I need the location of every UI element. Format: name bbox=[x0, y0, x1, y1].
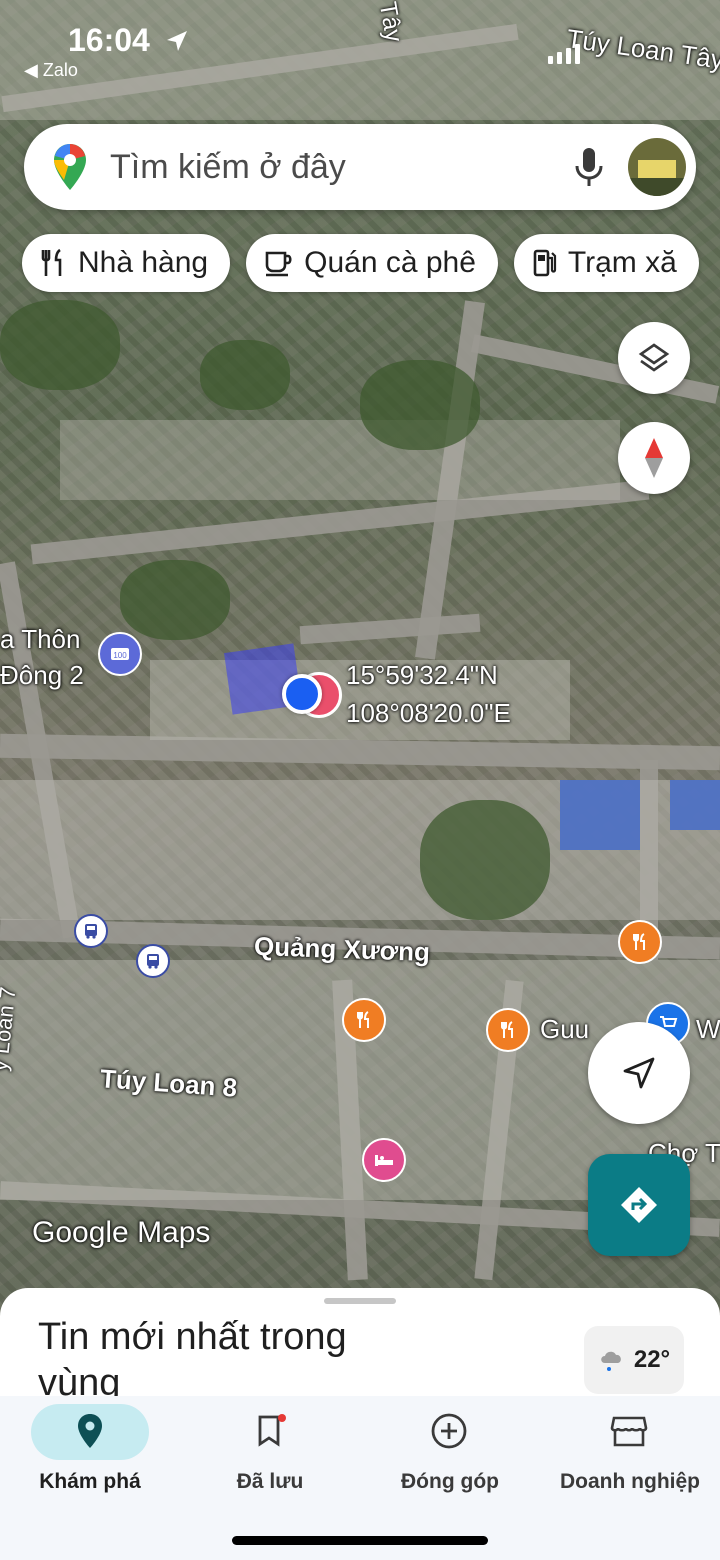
sheet-drag-handle[interactable] bbox=[324, 1298, 396, 1304]
search-bar[interactable]: Tìm kiếm ở đây bbox=[24, 124, 696, 210]
signal-icon bbox=[548, 44, 580, 64]
search-input[interactable]: Tìm kiếm ở đây bbox=[110, 148, 346, 187]
tree-area bbox=[200, 340, 290, 410]
chip-gas-stations[interactable]: Trạm xă bbox=[513, 234, 699, 292]
restaurant-icon[interactable] bbox=[342, 998, 386, 1042]
weather-badge[interactable]: 22° bbox=[584, 1326, 684, 1394]
building-block bbox=[60, 420, 620, 500]
storefront-icon bbox=[610, 1416, 648, 1447]
nav-label: Đã lưu bbox=[236, 1470, 304, 1493]
street-label: Quảng Xương bbox=[253, 930, 431, 968]
sheet-title: Tin mới nhất trong vùng bbox=[38, 1316, 347, 1404]
nav-label: Đóng góp bbox=[401, 1470, 499, 1493]
chip-cafes[interactable]: Quán cà phê bbox=[246, 234, 498, 292]
fork-knife-icon bbox=[41, 248, 62, 276]
google-maps-logo-icon bbox=[54, 144, 86, 190]
restaurant-icon[interactable] bbox=[486, 1008, 530, 1052]
nav-label: Khám phá bbox=[39, 1470, 141, 1493]
chip-restaurants[interactable]: Nhà hàng bbox=[22, 234, 231, 292]
restaurant-icon[interactable] bbox=[618, 920, 662, 964]
place-label: Guu bbox=[540, 1014, 590, 1044]
chip-label: Nhà hàng bbox=[78, 246, 209, 279]
coordinate-label-lng: 108°08'20.0"E bbox=[346, 698, 511, 728]
nav-business[interactable]: Doanh nghiệp bbox=[540, 1396, 720, 1506]
bus-stop-icon[interactable] bbox=[136, 944, 170, 978]
location-pin-icon bbox=[78, 1414, 102, 1448]
school-icon[interactable]: 100 bbox=[98, 632, 142, 676]
building-block bbox=[670, 780, 720, 830]
bus-stop-icon[interactable] bbox=[74, 914, 108, 948]
back-to-app-link[interactable]: ◀ Zalo bbox=[24, 60, 78, 81]
svg-text:100: 100 bbox=[113, 651, 127, 660]
nav-saved[interactable]: Đã lưu bbox=[180, 1396, 360, 1506]
microphone-icon[interactable] bbox=[572, 146, 606, 188]
gas-station-icon bbox=[533, 249, 557, 277]
my-location-dot[interactable] bbox=[282, 674, 322, 714]
road bbox=[299, 613, 481, 645]
plus-circle-icon bbox=[431, 1413, 467, 1449]
status-bar: 16:04 ◀ Zalo bbox=[0, 14, 720, 80]
nav-label: Doanh nghiệp bbox=[560, 1470, 700, 1493]
layers-button[interactable] bbox=[618, 322, 690, 394]
compass-button[interactable] bbox=[618, 422, 690, 494]
coffee-cup-icon bbox=[265, 251, 292, 277]
layers-icon bbox=[638, 343, 670, 372]
place-label: W bbox=[696, 1014, 720, 1044]
google-maps-watermark: Google Maps bbox=[32, 1216, 211, 1249]
home-indicator[interactable] bbox=[232, 1536, 488, 1545]
category-chips: Nhà hàng Quán cà phê Trạm xă bbox=[22, 234, 699, 292]
bookmark-icon bbox=[258, 1414, 286, 1447]
chip-label: Trạm xă bbox=[567, 246, 677, 279]
nav-explore[interactable]: Khám phá bbox=[0, 1396, 180, 1506]
coordinate-label-lat: 15°59'32.4"N bbox=[346, 660, 498, 690]
rain-cloud-icon bbox=[601, 1351, 621, 1371]
nav-contribute[interactable]: Đóng góp bbox=[360, 1396, 540, 1506]
temperature: 22° bbox=[633, 1346, 671, 1373]
building-block bbox=[560, 780, 640, 850]
location-arrow-icon bbox=[167, 31, 187, 51]
place-label: Đông 2 bbox=[0, 660, 84, 690]
status-time: 16:04 bbox=[68, 22, 150, 58]
tree-area bbox=[360, 360, 480, 450]
tree-area bbox=[0, 300, 120, 390]
navigation-arrow-icon bbox=[623, 1057, 655, 1089]
compass-icon bbox=[645, 438, 663, 478]
tree-area bbox=[420, 800, 550, 920]
hotel-icon[interactable] bbox=[362, 1138, 406, 1182]
avatar[interactable] bbox=[628, 138, 686, 196]
place-label: a Thôn bbox=[0, 624, 81, 654]
directions-icon bbox=[621, 1187, 657, 1223]
tree-area bbox=[120, 560, 230, 640]
directions-button[interactable] bbox=[588, 1154, 690, 1256]
chip-label: Quán cà phê bbox=[304, 246, 476, 279]
my-location-button[interactable] bbox=[588, 1022, 690, 1124]
